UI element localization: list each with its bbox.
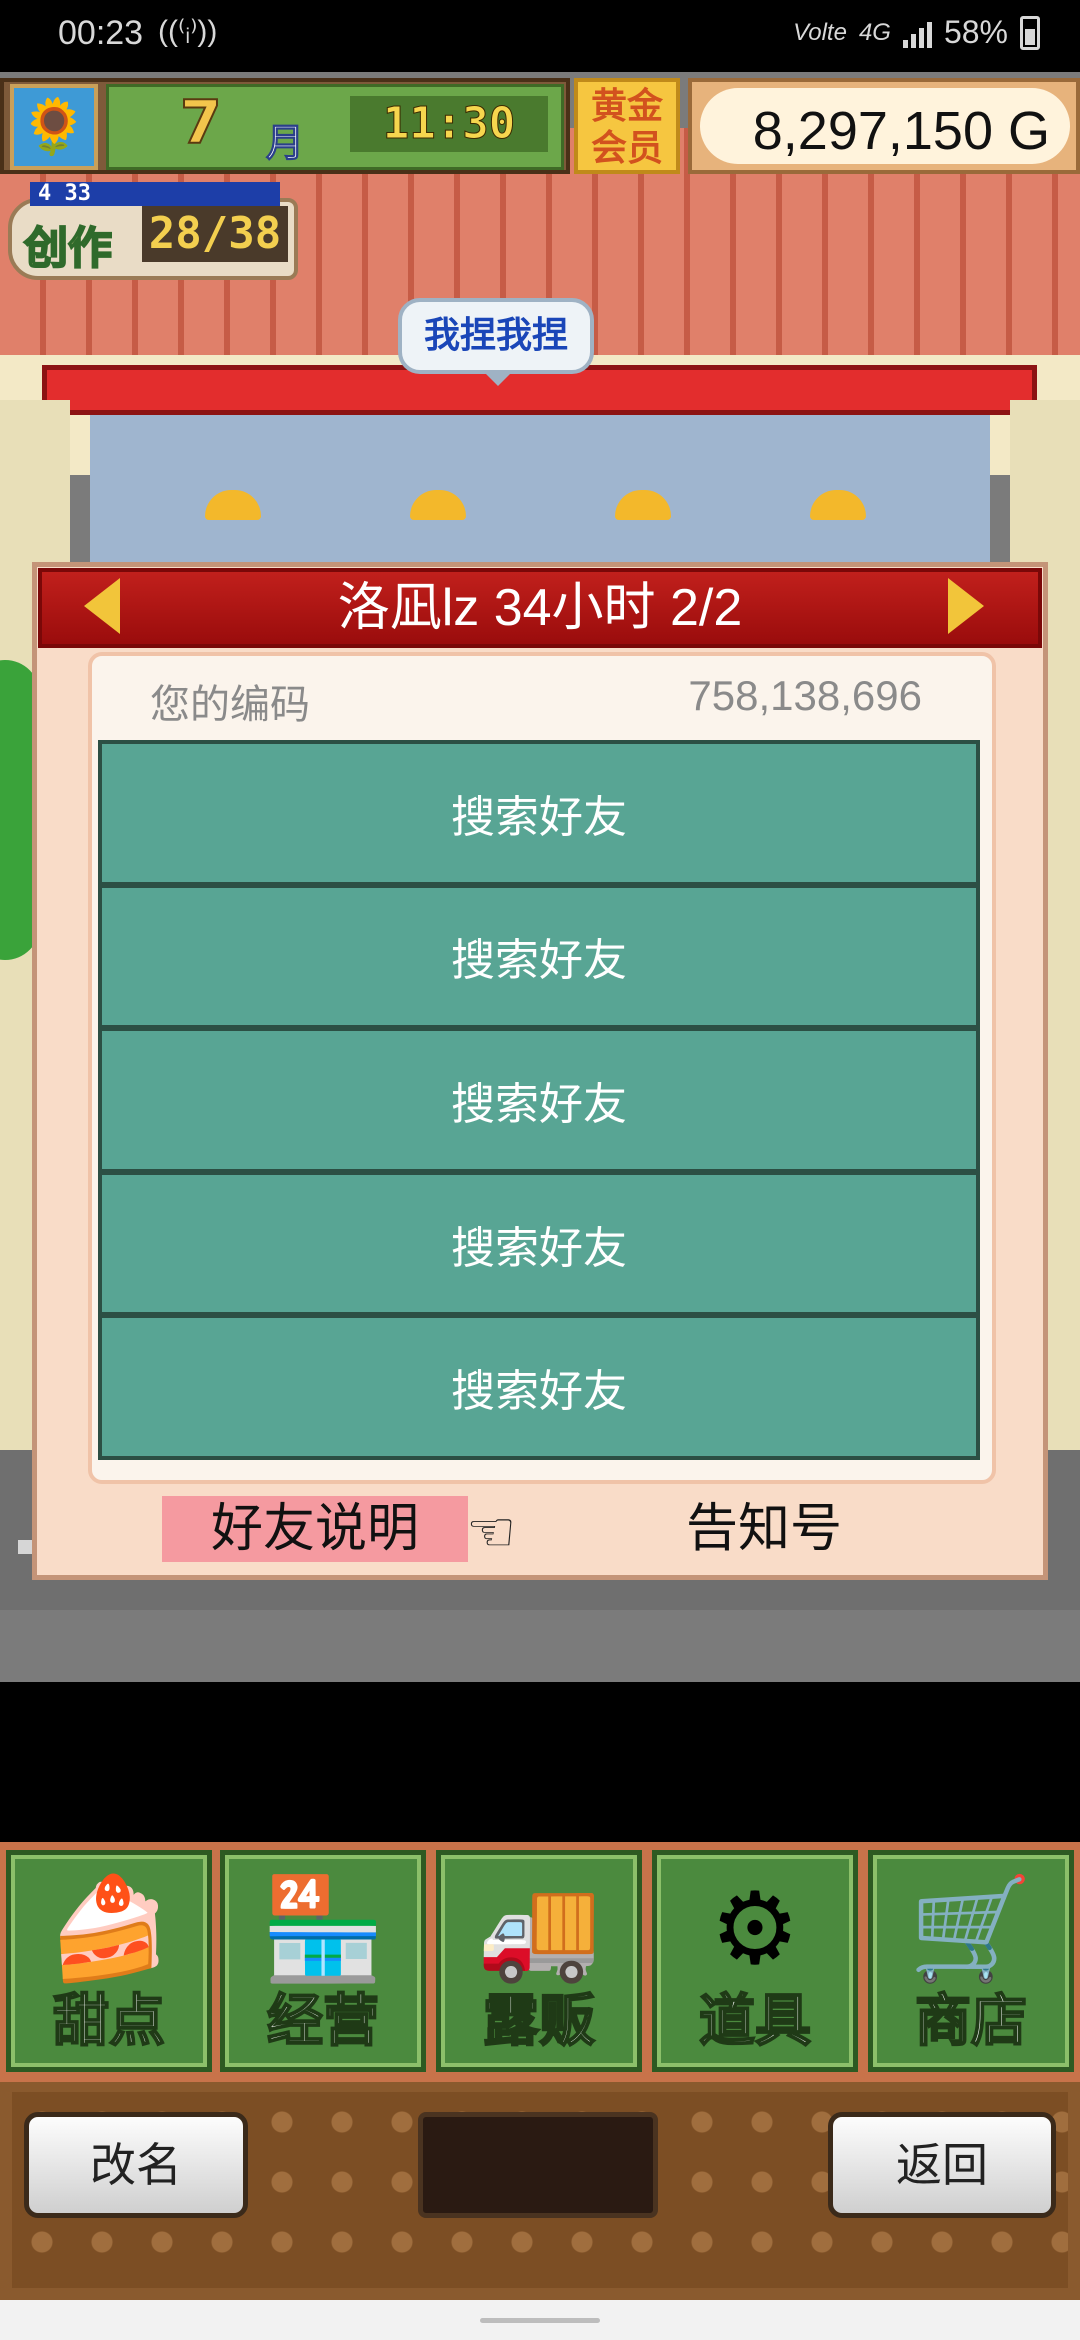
battery-percent: 58%	[943, 14, 1008, 50]
menu-label: 甜点	[52, 1988, 166, 2055]
speech-bubble: 我捏我捏	[398, 298, 594, 386]
friend-slot-list: 搜索好友 搜索好友 搜索好友 搜索好友 搜索好友	[98, 740, 980, 1460]
search-friend-button[interactable]: 搜索好友	[102, 744, 976, 882]
code-value: 758,138,696	[688, 672, 922, 719]
search-friend-button[interactable]: 搜索好友	[102, 1031, 976, 1169]
signal-icon	[902, 18, 932, 48]
search-friend-button[interactable]: 搜索好友	[102, 887, 976, 1026]
cake-icon: 🍰	[46, 1870, 172, 1987]
prev-page-arrow-icon[interactable]	[84, 578, 120, 634]
status-right: Volte 4G 58%	[793, 14, 1040, 51]
month-number: 7	[179, 87, 223, 159]
gold-member-badge[interactable]: 黄金会员	[574, 78, 680, 174]
shop-building-icon: 🏪	[260, 1870, 386, 1987]
data-type-label: 4G	[858, 18, 891, 46]
menu-label: 商店	[914, 1988, 1028, 2055]
rename-button[interactable]: 改名	[24, 2112, 248, 2218]
sunflower-icon[interactable]: 🌻	[10, 84, 98, 170]
game-clock: 11:30	[350, 96, 548, 152]
pointing-hand-icon: ☜	[466, 1500, 517, 1565]
shopping-cart-icon: 🛒	[908, 1870, 1034, 1987]
menu-item-manage[interactable]: 🏪 经营	[220, 1850, 426, 2072]
food-truck-icon: 🚚	[476, 1870, 602, 1987]
month-unit: 月	[265, 121, 305, 166]
scene-gap	[0, 1682, 1080, 1842]
friend-help-button[interactable]: 好友说明	[162, 1496, 468, 1562]
search-friend-button[interactable]: 搜索好友	[102, 1318, 976, 1456]
menu-label: 道具	[698, 1988, 812, 2055]
menu-item-items[interactable]: ⚙ 道具	[652, 1850, 858, 2072]
create-count: 28/38	[142, 206, 288, 262]
notice-number-button[interactable]: 告知号	[686, 1496, 842, 1562]
wifi-call-icon: ((⁽ᵢ⁾))	[158, 15, 218, 48]
status-time: 00:23	[58, 14, 144, 52]
back-button[interactable]: 返回	[828, 2112, 1056, 2218]
search-friend-button[interactable]: 搜索好友	[102, 1174, 976, 1313]
gear-bag-icon: ⚙	[710, 1870, 800, 1987]
status-bar: 00:23 ((⁽ᵢ⁾)) Volte 4G 58%	[0, 0, 1080, 72]
menu-item-shop[interactable]: 🛒 商店	[868, 1850, 1074, 2072]
center-slot	[418, 2112, 658, 2218]
gold-amount: 8,297,150 G	[700, 88, 1070, 164]
code-label: 您的编码	[150, 683, 310, 727]
menu-label: 经营	[266, 1988, 380, 2055]
menu-label: 露贩	[482, 1988, 596, 2055]
next-page-arrow-icon[interactable]	[948, 578, 984, 634]
home-handle[interactable]	[480, 2318, 600, 2323]
volte-label: Volte	[793, 18, 847, 46]
level-bar: 4 33	[30, 182, 280, 206]
create-label: 创作	[23, 222, 113, 275]
battery-icon	[1020, 15, 1040, 50]
menu-item-dessert[interactable]: 🍰 甜点	[6, 1850, 212, 2072]
menu-item-stall[interactable]: 🚚 露贩	[436, 1850, 642, 2072]
dialog-title: 洛凪lz 34小时 2/2	[337, 579, 743, 637]
